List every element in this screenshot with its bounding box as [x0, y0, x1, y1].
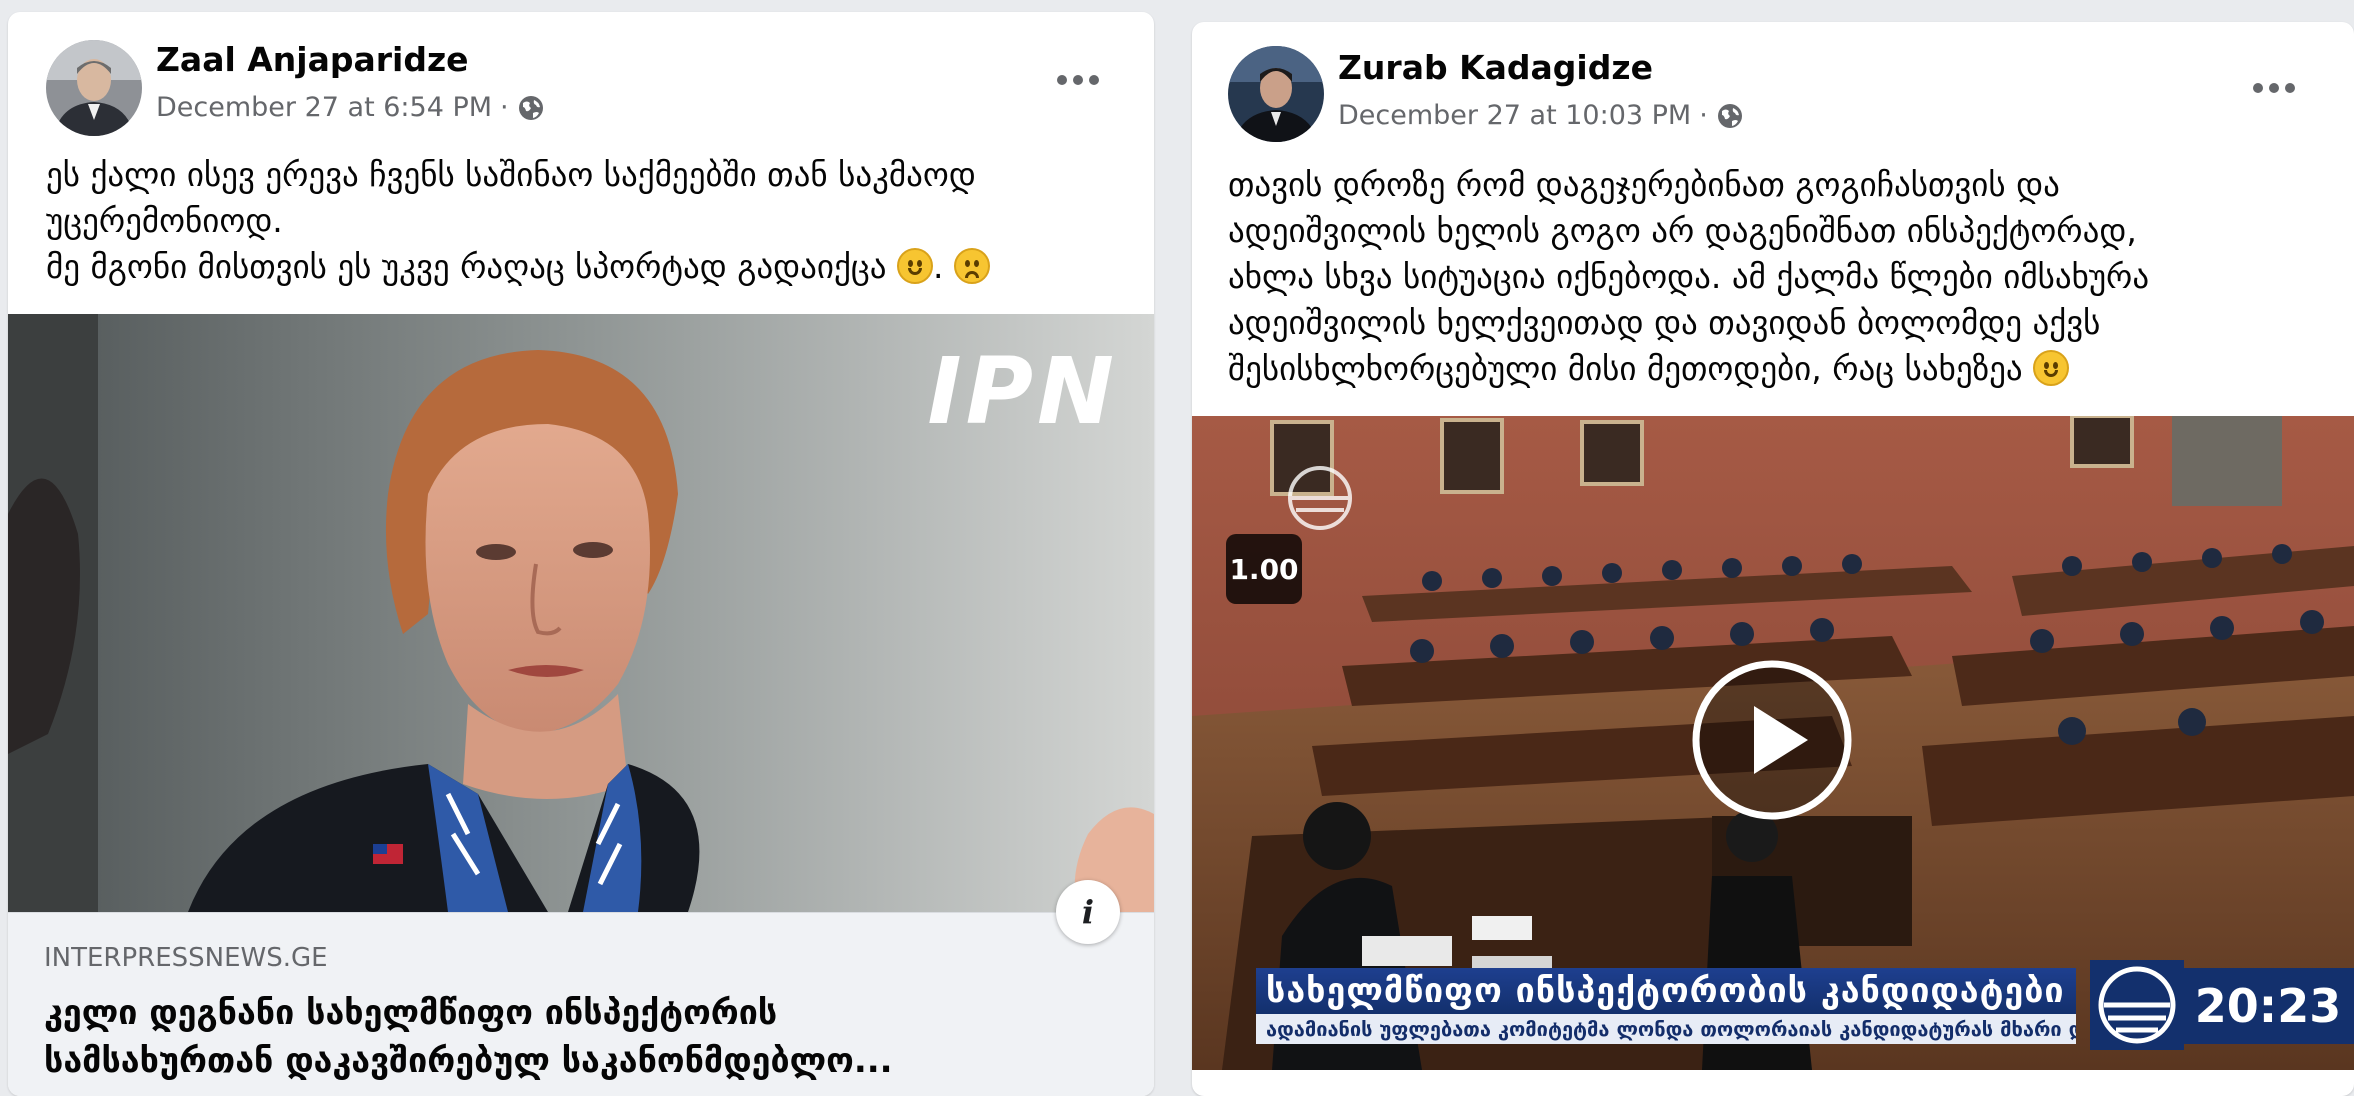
post-text-line: მე მგონი მისთვის ეს უკვე რაღაც სპორტად გ… — [46, 244, 990, 290]
more-options-icon[interactable] — [1048, 60, 1108, 100]
emoji-separator: . — [933, 247, 954, 286]
link-title-line: სამსახურთან დაკავშირებულ საკანონმდებლო..… — [44, 1041, 893, 1081]
post-text: თავის დროზე რომ დაგეჯერებინათ გოგიჩასთვი… — [1228, 162, 2149, 392]
smile-emoji-icon — [897, 248, 933, 284]
link-preview-image[interactable]: IPN — [8, 314, 1154, 912]
meta-separator: · — [500, 92, 509, 123]
post-text-line: უცერემონიოდ. — [46, 201, 283, 240]
globe-icon — [517, 94, 545, 122]
post-meta: December 27 at 10:03 PM · — [1338, 100, 1744, 131]
more-options-icon[interactable] — [2244, 68, 2304, 108]
lower-third-subtitle: ადამიანის უფლებათა კომიტეტმა ლონდა თოლორ… — [1256, 1014, 2076, 1044]
post-header: Zaal Anjaparidze December 27 at 6:54 PM … — [8, 12, 1154, 142]
post-card: Zaal Anjaparidze December 27 at 6:54 PM … — [8, 12, 1154, 1096]
post-timestamp[interactable]: December 27 at 10:03 PM — [1338, 100, 1691, 131]
post-text: ეს ქალი ისევ ერევა ჩვენს საშინაო საქმეებ… — [46, 152, 990, 290]
channel-logo-icon — [2090, 960, 2184, 1050]
smile-emoji-icon — [2033, 350, 2070, 386]
post-text-line: თავის დროზე რომ დაგეჯერებინათ გოგიჩასთვი… — [1228, 165, 2060, 204]
globe-icon — [1716, 102, 1744, 130]
avatar[interactable] — [1228, 46, 1324, 142]
sad-emoji-icon — [953, 248, 990, 284]
info-icon[interactable]: i — [1056, 880, 1120, 944]
video-player[interactable]: 1.00 სახელმწიფო ინსპექტორობის კანდიდატებ… — [1192, 416, 2354, 1070]
author-name[interactable]: Zaal Anjaparidze — [156, 40, 469, 79]
link-title[interactable]: კელი დეგნანი სახელმწიფო ინსპექტორის სამს… — [44, 989, 893, 1085]
author-name[interactable]: Zurab Kadagidze — [1338, 48, 1653, 87]
tv-lower-third: სახელმწიფო ინსპექტორობის კანდიდატები ადა… — [1252, 960, 2354, 1050]
post-text-line: ადეიშვილის ხელქვეითად და თავიდან ბოლომდე… — [1228, 303, 2101, 342]
post-text-line: ადეიშვილის ხელის გოგო არ დაგენიშნათ ინსპ… — [1228, 211, 2137, 250]
link-domain: INTERPRESSNEWS.GE — [44, 943, 328, 973]
post-text-line: ახლა სხვა სიტუაცია იქნებოდა. ამ ქალმა წლ… — [1228, 257, 2150, 296]
post-text-line-body: მე მგონი მისთვის ეს უკვე რაღაც სპორტად გ… — [46, 247, 897, 286]
post-text-line-body: შესისხლხორცებული მისი მეთოდები, რაც სახე… — [1228, 349, 2034, 388]
avatar[interactable] — [46, 40, 142, 136]
post-meta: December 27 at 6:54 PM · — [156, 92, 545, 123]
lower-third-title: სახელმწიფო ინსპექტორობის კანდიდატები — [1256, 968, 2076, 1014]
post-text-line: ეს ქალი ისევ ერევა ჩვენს საშინაო საქმეებ… — [46, 155, 976, 194]
post-card: Zurab Kadagidze December 27 at 10:03 PM … — [1192, 22, 2354, 1096]
meta-separator: · — [1699, 100, 1708, 131]
broadcast-clock: 20:23 — [2182, 968, 2354, 1044]
post-timestamp[interactable]: December 27 at 6:54 PM — [156, 92, 492, 123]
post-text-line: შესისხლხორცებული მისი მეთოდები, რაც სახე… — [1228, 346, 2149, 392]
playback-speed-badge[interactable]: 1.00 — [1226, 534, 1302, 604]
link-title-line: კელი დეგნანი სახელმწიფო ინსპექტორის — [44, 993, 778, 1033]
play-icon[interactable] — [1690, 658, 1854, 822]
watermark-logo: IPN — [927, 338, 1118, 445]
link-preview-caption[interactable]: INTERPRESSNEWS.GE კელი დეგნანი სახელმწიფ… — [8, 912, 1154, 1096]
post-header: Zurab Kadagidze December 27 at 10:03 PM … — [1192, 22, 2354, 152]
